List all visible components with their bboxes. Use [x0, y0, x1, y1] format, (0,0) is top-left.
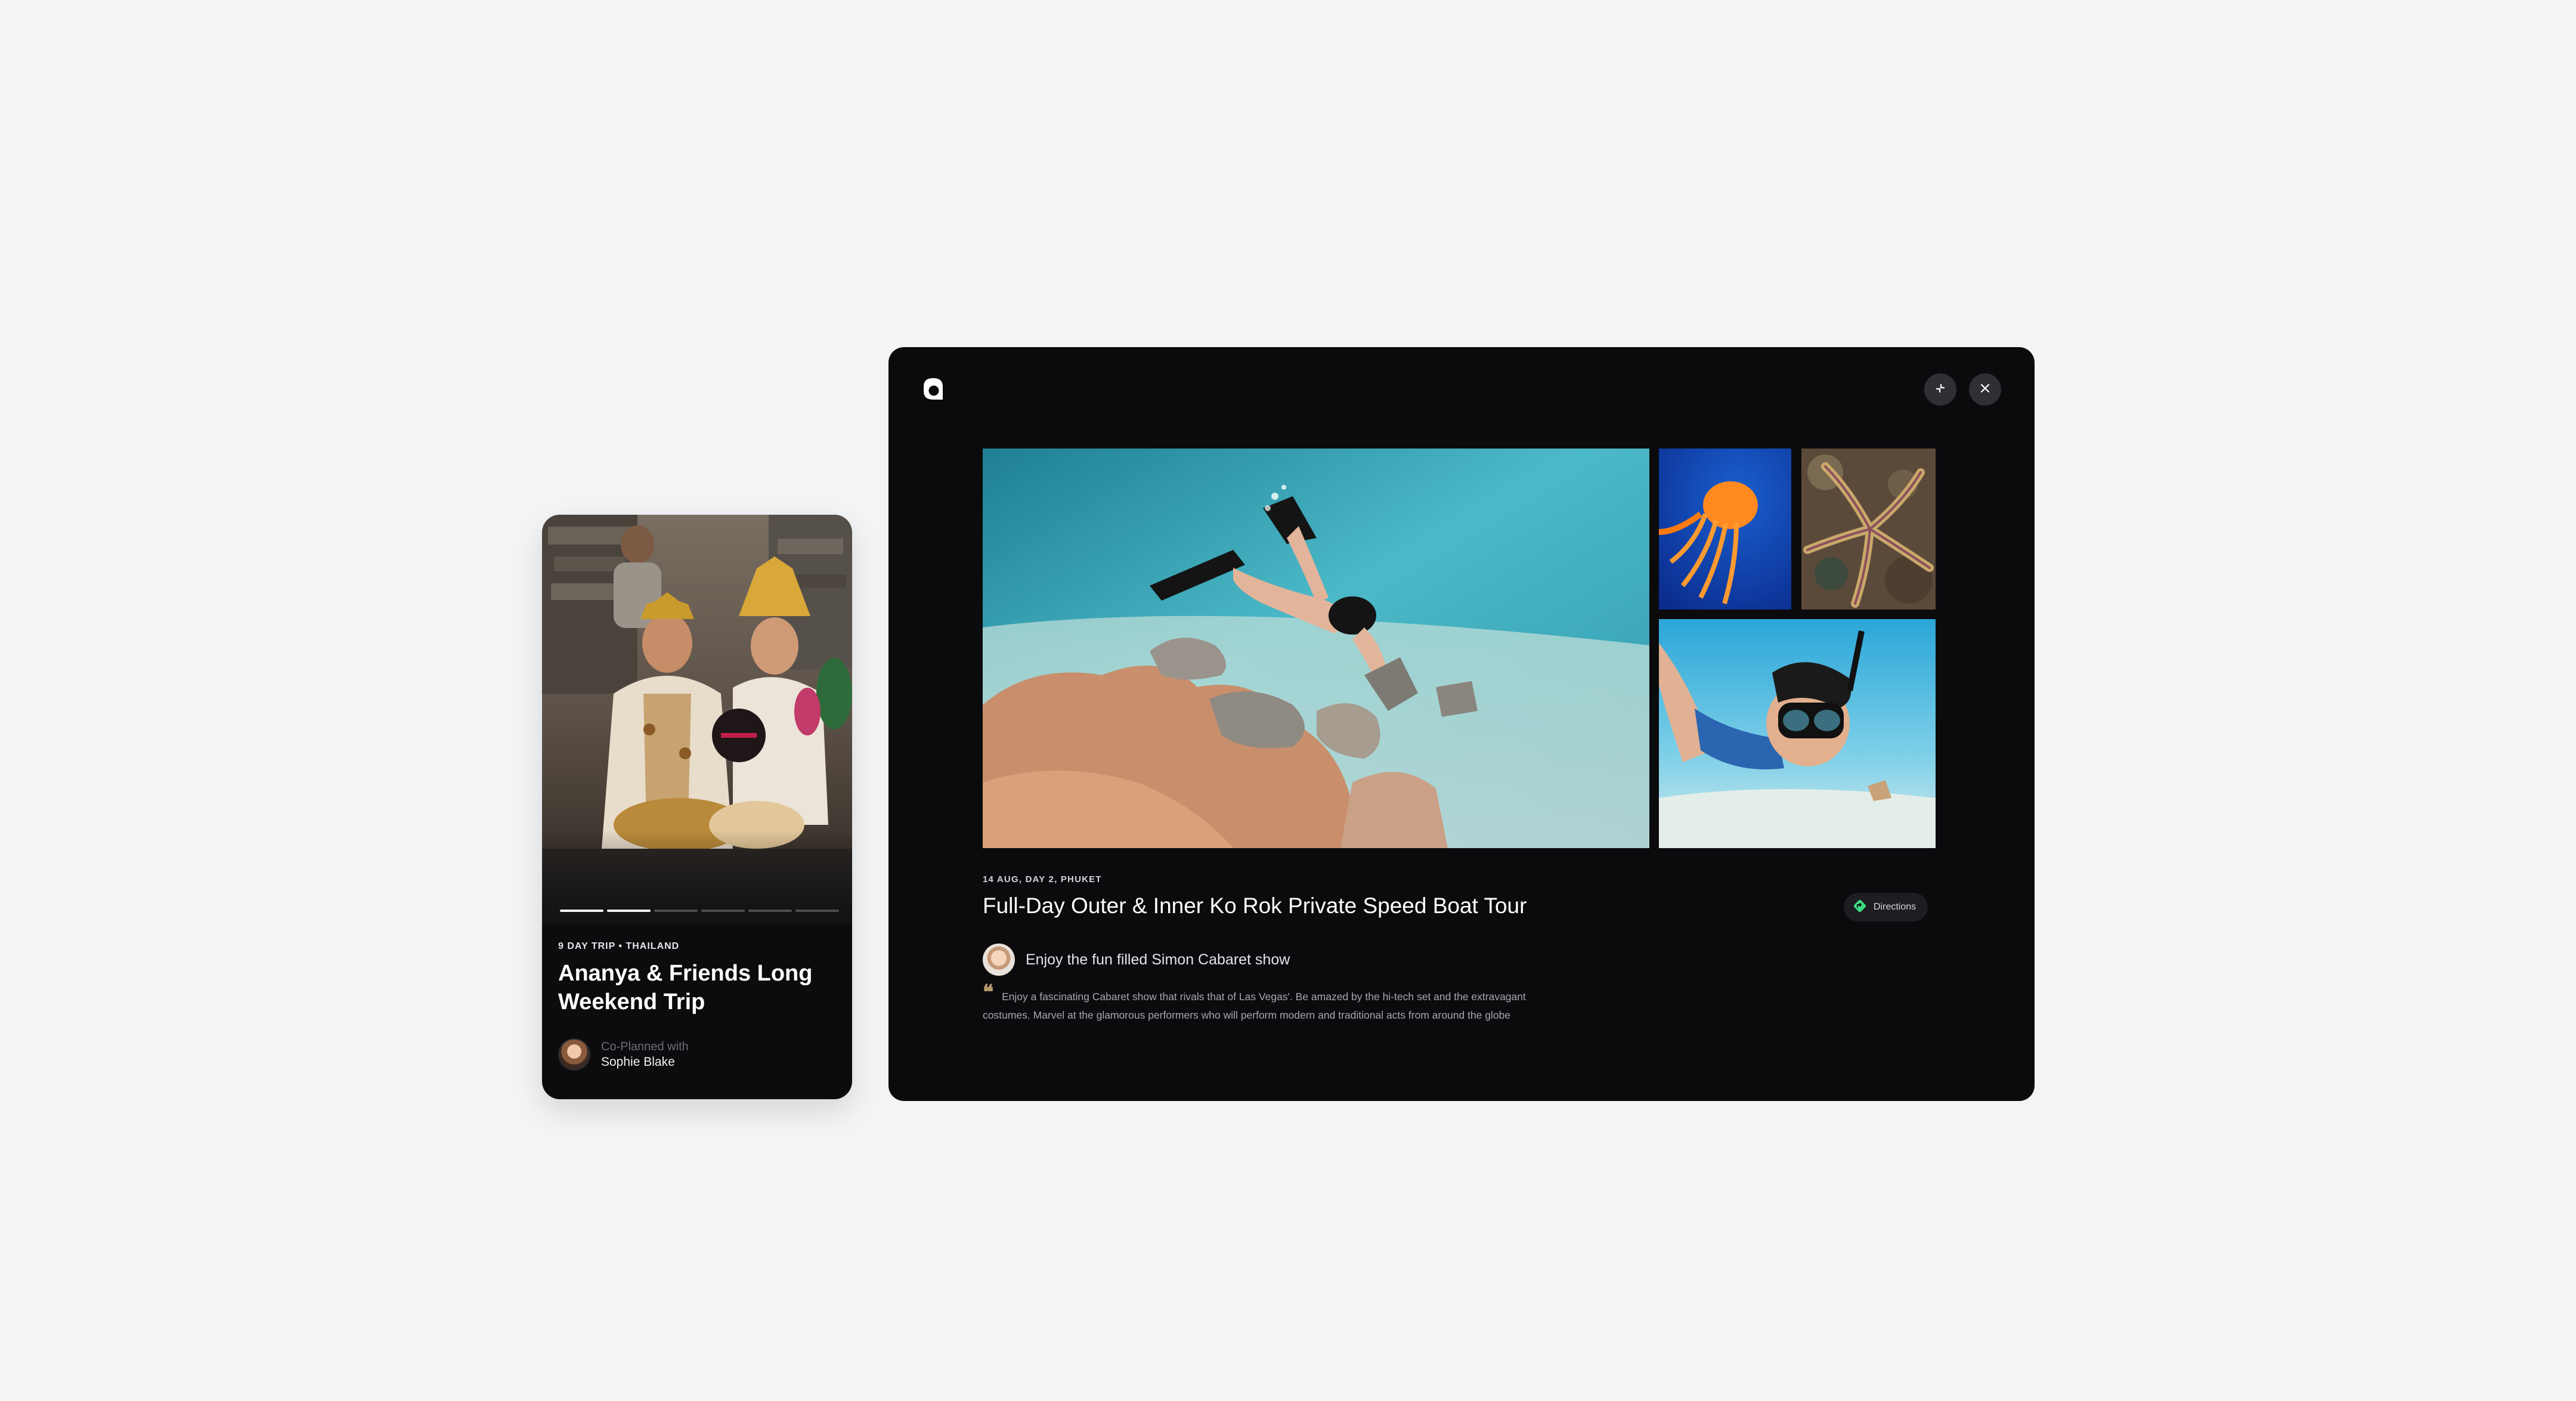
directions-label: Directions	[1874, 902, 1916, 912]
brand-logo-icon[interactable]	[919, 375, 948, 403]
underwater-swimmer-photo[interactable]	[983, 449, 1649, 848]
activity-description: Enjoy a fascinating Cabaret show that ri…	[983, 991, 1526, 1021]
trip-cover-photo	[542, 515, 852, 925]
directions-button[interactable]: Directions	[1844, 893, 1928, 921]
progress-bar	[560, 910, 603, 912]
collapse-button[interactable]	[1924, 373, 1956, 406]
starfish-photo[interactable]	[1801, 449, 1936, 610]
activity-title: Full-Day Outer & Inner Ko Rok Private Sp…	[983, 893, 1527, 918]
activity-date-location: 14 AUG, DAY 2, PHUKET	[983, 874, 1102, 884]
progress-bar	[607, 910, 651, 912]
progress-bar	[795, 910, 839, 912]
co-planner-label: Co-Planned with	[601, 1040, 689, 1053]
close-button[interactable]	[1969, 373, 2001, 406]
avatar	[558, 1038, 590, 1071]
highlight-text: Enjoy the fun filled Simon Cabaret show	[1026, 951, 1290, 968]
trip-title[interactable]: Ananya & Friends Long Weekend Trip	[558, 959, 821, 1016]
co-planner[interactable]: Co-Planned with Sophie Blake	[558, 1038, 689, 1071]
directions-diamond-icon	[1852, 898, 1868, 917]
collapse-arrows-icon	[1934, 382, 1947, 398]
avatar	[983, 944, 1015, 976]
trip-eyebrow: 9 DAY TRIP • THAILAND	[558, 941, 680, 951]
co-planner-name: Sophie Blake	[601, 1055, 675, 1069]
photo-gallery	[983, 449, 1936, 848]
close-icon	[1979, 382, 1991, 397]
progress-bar	[748, 910, 792, 912]
progress-bar	[654, 910, 698, 912]
co-planner-text: Co-Planned with Sophie Blake	[601, 1039, 689, 1070]
progress-bar	[701, 910, 745, 912]
snorkeler-photo[interactable]	[1659, 619, 1936, 848]
trip-card[interactable]: 9 DAY TRIP • THAILAND Ananya & Friends L…	[542, 515, 852, 1099]
story-progress-bars	[560, 910, 839, 913]
activity-modal: 14 AUG, DAY 2, PHUKET Full-Day Outer & I…	[888, 347, 2035, 1101]
activity-highlight: Enjoy the fun filled Simon Cabaret show	[983, 944, 1290, 976]
jellyfish-photo[interactable]	[1659, 449, 1791, 610]
